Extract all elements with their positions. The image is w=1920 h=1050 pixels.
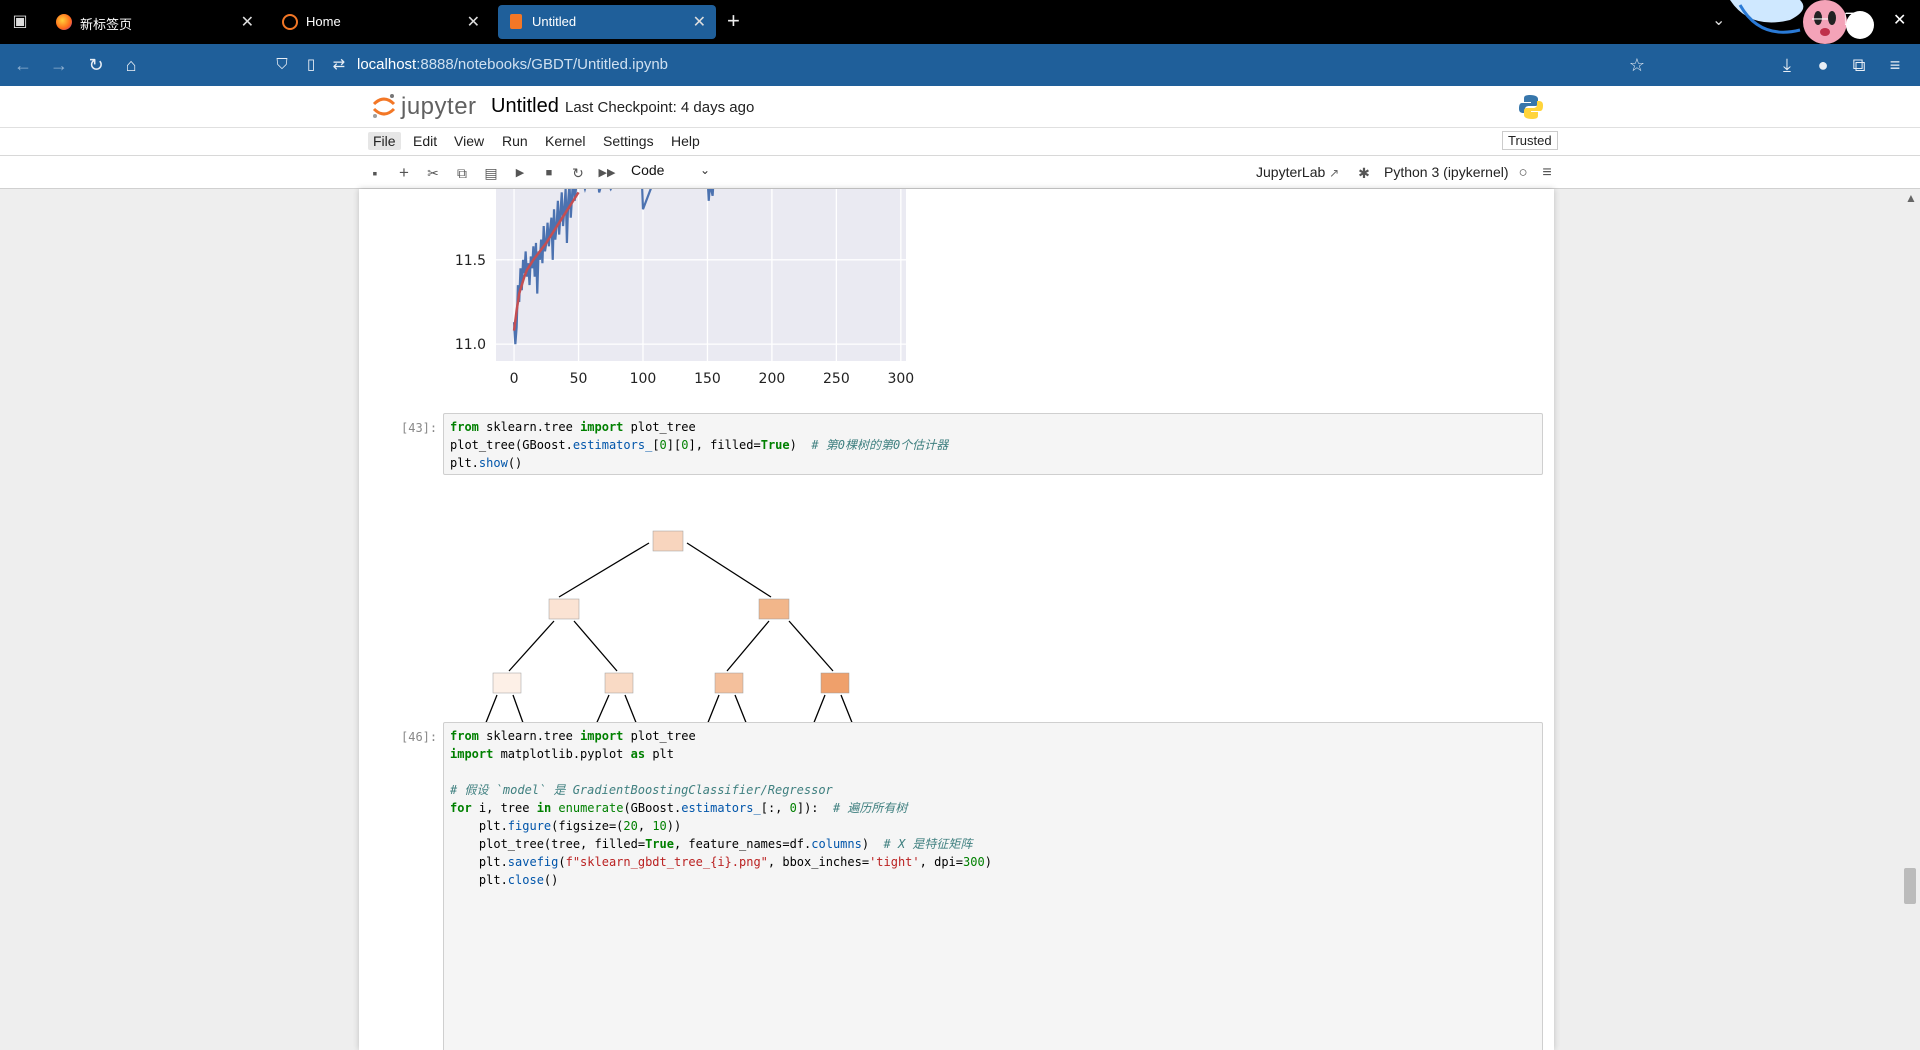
menu-kernel[interactable]: Kernel bbox=[540, 132, 590, 150]
firefox-icon bbox=[56, 14, 72, 30]
menu-hamburger-icon[interactable]: ≡ bbox=[1538, 164, 1556, 182]
kernel-name: Python 3 (ipykernel) bbox=[1384, 164, 1509, 180]
jupyter-header: jupyter Untitled Last Checkpoint: 4 days… bbox=[0, 86, 1920, 128]
back-icon[interactable]: ← bbox=[12, 54, 34, 76]
browser-tab-bar: ▣ 新标签页 ✕ Home ✕ Untitled ✕ + ⌄ — ❐ ✕ bbox=[0, 0, 1920, 44]
page-icon[interactable]: ▯ bbox=[300, 54, 322, 76]
restore-icon[interactable]: ❐ bbox=[1844, 10, 1858, 30]
url-host: localhost bbox=[357, 56, 417, 73]
new-tab-icon[interactable]: + bbox=[727, 8, 740, 34]
notebook-toolbar: ▪ + ✂ ⧉ ▤ ▶ ■ ↻ ▶▶ Code ⌄ JupyterLab ↗ ✱… bbox=[0, 156, 1920, 189]
menu-edit[interactable]: Edit bbox=[408, 132, 442, 150]
y-tick-label: 11.0 bbox=[455, 337, 486, 353]
url-path: :8888/notebooks/GBDT/Untitled.ipynb bbox=[416, 56, 669, 73]
forward-icon[interactable]: → bbox=[48, 54, 70, 76]
x-tick-label: 300 bbox=[887, 371, 914, 387]
download-icon[interactable]: ⤓ bbox=[1776, 54, 1798, 76]
reload-icon[interactable]: ↻ bbox=[85, 54, 107, 76]
code-cell-46[interactable]: from sklearn.tree import plot_tree impor… bbox=[443, 722, 1543, 1050]
y-tick-label: 11.5 bbox=[455, 253, 486, 269]
tab-title: Untitled bbox=[532, 14, 577, 29]
restart-icon[interactable]: ↻ bbox=[569, 164, 587, 182]
fast-forward-icon[interactable]: ▶▶ bbox=[598, 164, 616, 182]
shield-icon[interactable]: ⛉ bbox=[271, 54, 293, 76]
tab-home[interactable]: Home ✕ bbox=[272, 5, 490, 39]
menu-file[interactable]: File bbox=[368, 132, 401, 150]
debugger-bug-icon[interactable]: ✱ bbox=[1355, 164, 1373, 182]
x-tick-label: 250 bbox=[823, 371, 850, 387]
cell-type-select[interactable]: Code bbox=[631, 162, 664, 178]
chevron-down-icon[interactable]: ⌄ bbox=[700, 163, 710, 177]
tab-title: 新标签页 bbox=[80, 17, 133, 32]
notebook-title[interactable]: Untitled bbox=[491, 95, 559, 118]
code-editor[interactable]: from sklearn.tree import plot_tree plot_… bbox=[444, 414, 1542, 476]
menu-settings[interactable]: Settings bbox=[598, 132, 659, 150]
cut-icon[interactable]: ✂ bbox=[424, 164, 442, 182]
jupyter-logo-text: jupyter bbox=[401, 93, 477, 120]
add-cell-icon[interactable]: + bbox=[395, 164, 413, 182]
stop-icon[interactable]: ■ bbox=[540, 164, 558, 182]
menu-run[interactable]: Run bbox=[497, 132, 533, 150]
kernel-idle-circle-icon: ○ bbox=[1518, 164, 1528, 181]
menu-bar: File Edit View Run Kernel Settings Help … bbox=[0, 128, 1920, 156]
browser-menu-icon[interactable]: ≡ bbox=[1884, 54, 1906, 76]
notebook-favicon-icon bbox=[510, 14, 522, 29]
x-tick-label: 200 bbox=[759, 371, 786, 387]
line-chart-output: 0 50 100 150 200 250 300 11.0 11.5 bbox=[455, 189, 914, 387]
tab-untitled[interactable]: Untitled ✕ bbox=[498, 5, 716, 39]
copy-icon[interactable]: ⧉ bbox=[453, 164, 471, 182]
trusted-indicator[interactable]: Trusted bbox=[1502, 131, 1558, 150]
notebook-panel: 0 50 100 150 200 250 300 11.0 11.5 [43]: from sk… bbox=[359, 189, 1554, 1050]
external-link-icon: ↗ bbox=[1329, 166, 1340, 180]
account-icon[interactable]: ● bbox=[1812, 54, 1834, 76]
jupyter-logo-icon[interactable] bbox=[370, 92, 398, 120]
x-tick-label: 150 bbox=[694, 371, 721, 387]
browser-nav-bar: ← → ↻ ⌂ ⛉ ▯ ⇄ localhost:8888/notebooks/G… bbox=[0, 44, 1920, 86]
save-icon[interactable]: ▪ bbox=[366, 164, 384, 182]
kernel-status[interactable]: Python 3 (ipykernel) bbox=[1384, 164, 1509, 180]
run-icon[interactable]: ▶ bbox=[511, 164, 529, 182]
python-logo-icon bbox=[1519, 95, 1543, 119]
tab-overview-icon[interactable]: ▣ bbox=[10, 12, 30, 32]
checkpoint-status: Last Checkpoint: 4 days ago bbox=[565, 99, 755, 116]
scrollbar-thumb[interactable] bbox=[1904, 868, 1916, 904]
x-tick-label: 50 bbox=[570, 371, 588, 387]
close-tab-icon[interactable]: ✕ bbox=[693, 12, 706, 32]
bookmark-star-icon[interactable]: ☆ bbox=[1626, 54, 1648, 76]
code-editor[interactable]: from sklearn.tree import plot_tree impor… bbox=[444, 723, 1542, 893]
paste-icon[interactable]: ▤ bbox=[482, 164, 500, 182]
cell-prompt: [46]: bbox=[401, 730, 438, 744]
jupyterlab-link[interactable]: JupyterLab ↗ bbox=[1256, 164, 1339, 180]
home-icon[interactable]: ⌂ bbox=[120, 54, 142, 76]
window-close-icon[interactable]: ✕ bbox=[1893, 10, 1906, 30]
close-tab-icon[interactable]: ✕ bbox=[241, 12, 254, 32]
url-field[interactable]: localhost:8888/notebooks/GBDT/Untitled.i… bbox=[357, 56, 668, 73]
menu-help[interactable]: Help bbox=[666, 132, 705, 150]
x-tick-label: 0 bbox=[510, 371, 519, 387]
tab-newtab[interactable]: 新标签页 ✕ bbox=[46, 5, 264, 39]
tab-list-chevron-icon[interactable]: ⌄ bbox=[1712, 10, 1725, 30]
tab-title: Home bbox=[306, 14, 341, 29]
jupyterlab-label: JupyterLab bbox=[1256, 164, 1326, 180]
x-tick-label: 100 bbox=[630, 371, 657, 387]
menu-view[interactable]: View bbox=[449, 132, 489, 150]
code-cell-43[interactable]: from sklearn.tree import plot_tree plot_… bbox=[443, 413, 1543, 475]
extensions-icon[interactable]: ⧉ bbox=[1848, 54, 1870, 76]
cell-prompt: [43]: bbox=[401, 421, 438, 435]
scroll-up-icon[interactable]: ▲ bbox=[1905, 191, 1917, 205]
jupyter-favicon-icon bbox=[282, 14, 298, 30]
permissions-icon[interactable]: ⇄ bbox=[328, 54, 350, 76]
minimize-icon[interactable]: — bbox=[1812, 10, 1828, 28]
close-tab-icon[interactable]: ✕ bbox=[467, 12, 480, 32]
